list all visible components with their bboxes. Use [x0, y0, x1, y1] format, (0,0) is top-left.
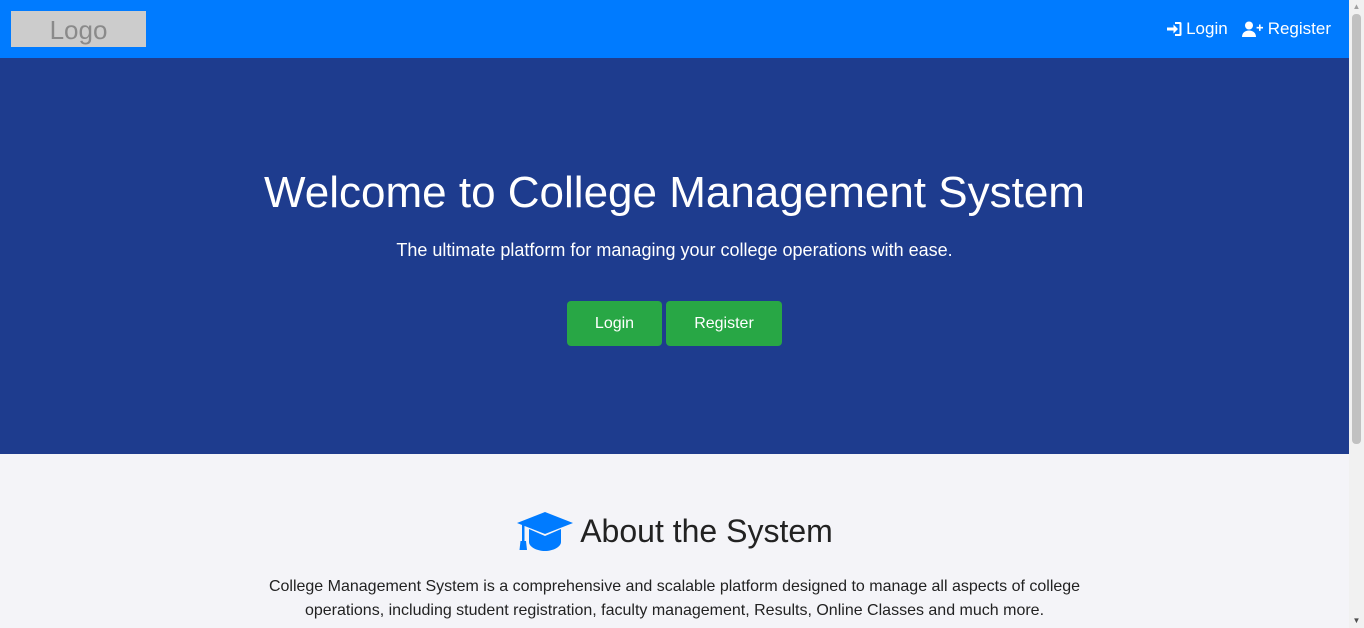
graduation-cap-icon — [517, 512, 574, 551]
hero-section: Welcome to College Management System The… — [0, 58, 1349, 454]
hero-title: Welcome to College Management System — [264, 168, 1085, 217]
nav-register-link[interactable]: Register — [1241, 19, 1331, 39]
hero-subtitle: The ultimate platform for managing your … — [396, 240, 953, 260]
navbar: Logo Login Register — [0, 0, 1349, 58]
sign-in-icon — [1167, 22, 1182, 36]
nav-links: Login Register — [1165, 0, 1331, 58]
scroll-up-arrow-icon[interactable]: ▲ — [1349, 0, 1364, 14]
vertical-scrollbar[interactable]: ▲ ▼ — [1349, 0, 1364, 628]
hero-login-button[interactable]: Login — [567, 301, 662, 346]
nav-register-label: Register — [1267, 19, 1331, 38]
nav-login-label: Login — [1186, 19, 1228, 38]
user-plus-icon — [1241, 21, 1263, 37]
scrollbar-thumb[interactable] — [1352, 14, 1361, 444]
scroll-down-arrow-icon[interactable]: ▼ — [1349, 614, 1364, 628]
hero-register-button[interactable]: Register — [666, 301, 782, 346]
about-title: About the System — [580, 512, 833, 549]
nav-login-link[interactable]: Login — [1165, 19, 1228, 39]
page: Logo Login Register Welcome to College M… — [0, 0, 1349, 628]
about-heading: About the System — [0, 510, 1349, 552]
about-section: About the System College Management Syst… — [0, 454, 1349, 628]
about-description: College Management System is a comprehen… — [268, 578, 1081, 619]
logo[interactable]: Logo — [11, 11, 146, 47]
